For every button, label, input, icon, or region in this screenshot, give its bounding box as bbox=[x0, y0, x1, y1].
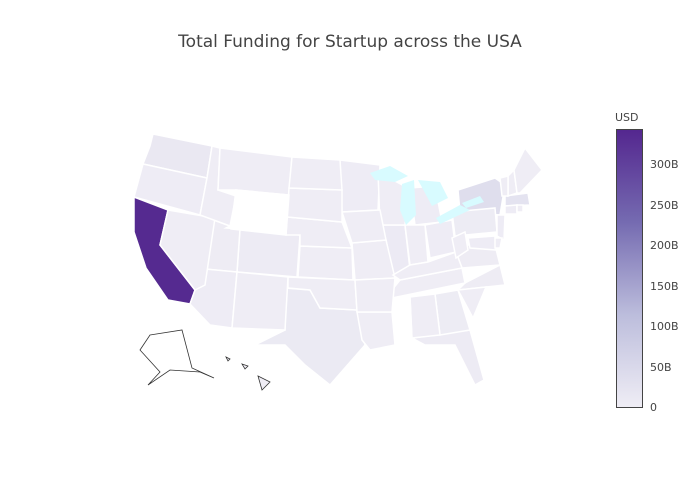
colorbar-tick-label: 150B bbox=[650, 279, 679, 293]
state-me[interactable] bbox=[513, 146, 543, 194]
colorbar bbox=[616, 129, 643, 408]
state-ms[interactable] bbox=[394, 296, 413, 346]
state-nd[interactable] bbox=[288, 156, 343, 191]
state-mt[interactable] bbox=[217, 147, 293, 196]
state-ks[interactable] bbox=[297, 245, 354, 281]
state-al[interactable] bbox=[409, 293, 441, 339]
state-hi[interactable] bbox=[225, 356, 271, 391]
state-wy[interactable] bbox=[230, 189, 290, 236]
colorbar-tick-label: 300B bbox=[650, 158, 679, 172]
state-nc[interactable] bbox=[455, 263, 506, 291]
state-sd[interactable] bbox=[286, 187, 343, 223]
state-nj[interactable] bbox=[496, 214, 506, 242]
colorbar-tick-label: 100B bbox=[650, 320, 679, 334]
state-ct[interactable] bbox=[504, 204, 518, 215]
state-mn[interactable] bbox=[339, 159, 381, 213]
state-ak[interactable] bbox=[139, 329, 215, 386]
usa-choropleth-map[interactable] bbox=[0, 0, 700, 500]
state-co[interactable] bbox=[236, 228, 301, 278]
state-de[interactable] bbox=[494, 237, 503, 249]
state-vt[interactable] bbox=[499, 175, 509, 197]
colorbar-tick-label: 0 bbox=[650, 401, 657, 414]
state-ri[interactable] bbox=[516, 204, 524, 213]
colorbar-title: USD bbox=[615, 111, 639, 124]
state-nm[interactable] bbox=[231, 271, 289, 331]
state-fl[interactable] bbox=[409, 329, 485, 387]
state-md[interactable] bbox=[467, 235, 497, 251]
state-oh[interactable] bbox=[424, 219, 457, 259]
colorbar-tick-label: 250B bbox=[650, 198, 679, 212]
state-ar[interactable] bbox=[354, 277, 396, 313]
colorbar-tick-label: 50B bbox=[650, 360, 672, 374]
colorbar-tick-label: 200B bbox=[650, 239, 679, 253]
